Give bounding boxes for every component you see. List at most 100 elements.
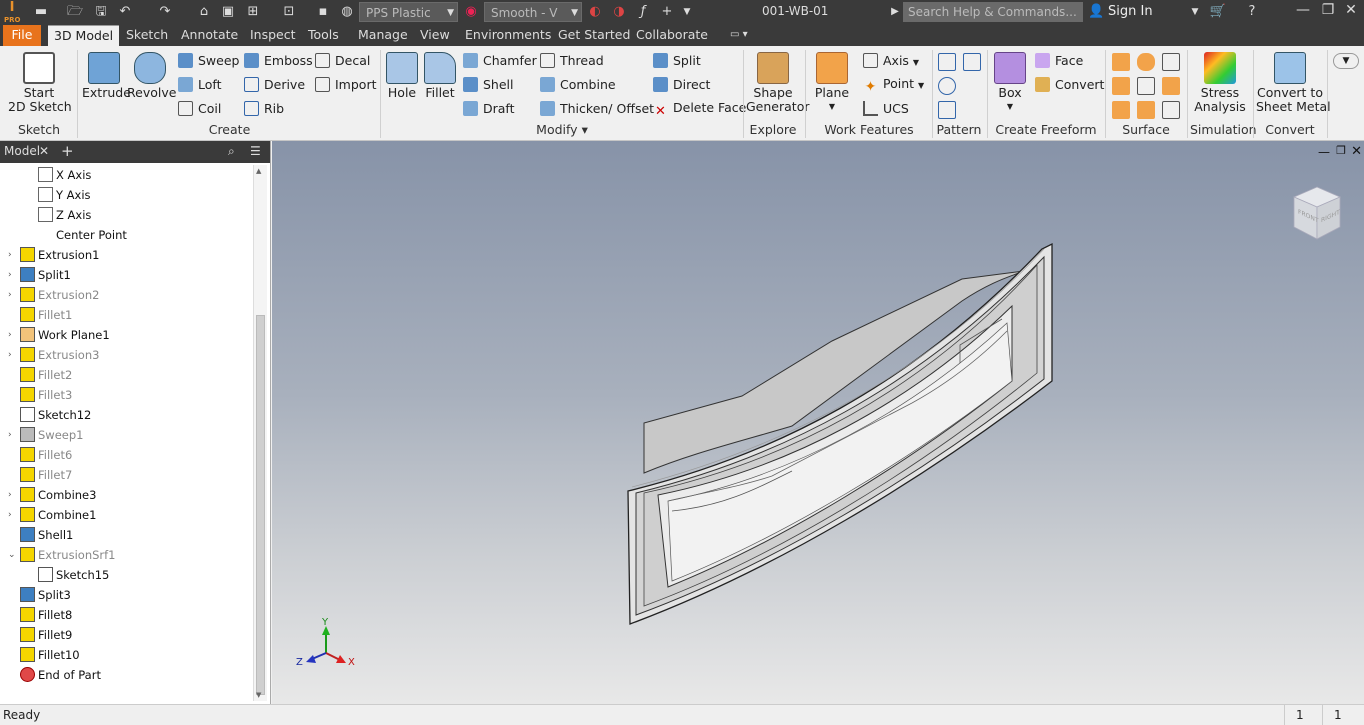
panel-options-icon[interactable]: ▭ ▾ (724, 25, 754, 46)
tree-node[interactable]: › Extrusion1 (8, 245, 99, 265)
view-cube[interactable]: FRONT RIGHT (1292, 185, 1342, 241)
group-modify-label[interactable]: Modify ▾ (384, 122, 740, 137)
redo-icon[interactable]: ↷ (156, 3, 174, 21)
undo-icon[interactable]: ↶ (116, 3, 134, 21)
rib-button[interactable]: Rib (244, 101, 284, 116)
appearance-icon[interactable]: ◐ (586, 3, 604, 21)
tree-node[interactable]: Y Axis (38, 185, 91, 205)
cart-icon[interactable]: 🛒 (1209, 3, 1227, 21)
tree-node[interactable]: Fillet1 (20, 305, 72, 325)
tree-node[interactable]: › Combine3 (8, 485, 96, 505)
expand-icon[interactable]: ⌄ (8, 545, 16, 565)
tab-tools[interactable]: Tools (302, 25, 345, 46)
search-icon[interactable]: ⌕ (228, 144, 235, 159)
axis-button[interactable]: Axis ▼ (863, 53, 919, 70)
globe-icon[interactable]: ◍ (338, 3, 356, 21)
tab-view[interactable]: View (414, 25, 456, 46)
tab-get-started[interactable]: Get Started (552, 25, 636, 46)
select-icon[interactable]: ⊞ (244, 3, 262, 21)
stress-analysis-button[interactable]: Stress Analysis (1192, 52, 1248, 114)
tree-node[interactable]: › Split1 (8, 265, 71, 285)
tree-node[interactable]: › Work Plane1 (8, 325, 110, 345)
tree-node[interactable]: › Combine1 (8, 505, 96, 525)
expand-icon[interactable]: › (8, 345, 12, 365)
tree-node[interactable]: Shell1 (20, 525, 73, 545)
scrollbar-thumb[interactable] (256, 315, 265, 695)
minimize-icon[interactable]: — (1293, 2, 1313, 18)
open-icon[interactable]: 🗁 (66, 3, 84, 21)
parameters-icon[interactable]: ƒ (634, 3, 652, 21)
chamfer-button[interactable]: Chamfer (463, 53, 537, 68)
help-search-input[interactable]: Search Help & Commands... (903, 2, 1083, 22)
expand-icon[interactable]: › (8, 425, 12, 445)
menu-icon[interactable]: ☰ (250, 144, 261, 158)
new-icon[interactable]: ▬ (32, 3, 50, 21)
extend-icon[interactable] (1162, 77, 1180, 95)
scroll-up-icon[interactable]: ▲ (256, 167, 261, 175)
draft-button[interactable]: Draft (463, 101, 515, 116)
tab-model[interactable]: Model (4, 144, 40, 158)
stitch-icon[interactable] (1137, 53, 1155, 71)
tab-sketch[interactable]: Sketch (120, 25, 174, 46)
fillet-button[interactable]: Fillet (422, 52, 458, 100)
expand-icon[interactable]: › (8, 245, 12, 265)
tree-node[interactable]: › Extrusion3 (8, 345, 99, 365)
import-button[interactable]: Import (315, 77, 377, 92)
tree-node[interactable]: Sketch15 (38, 565, 109, 585)
hole-button[interactable]: Hole (384, 52, 420, 100)
tree-node[interactable]: Z Axis (38, 205, 91, 225)
emboss-button[interactable]: Emboss (244, 53, 313, 68)
delete-face-button[interactable]: ✕ Delete Face (653, 101, 746, 120)
home-icon[interactable]: ⌂ (195, 3, 213, 21)
derive-button[interactable]: Derive (244, 77, 305, 92)
tree-node[interactable]: End of Part (20, 665, 101, 685)
decal-button[interactable]: Decal (315, 53, 370, 68)
tree-node[interactable]: Sketch12 (20, 405, 91, 425)
expand-icon[interactable]: › (8, 285, 12, 305)
tree-node[interactable]: Fillet7 (20, 465, 72, 485)
clear-appearance-icon[interactable]: ◑ (610, 3, 628, 21)
tree-node[interactable]: Fillet8 (20, 605, 72, 625)
convert-freeform-button[interactable]: Convert (1035, 77, 1104, 92)
appearance-dropdown[interactable]: Smooth - V ▼ (484, 2, 582, 22)
tab-annotate[interactable]: Annotate (175, 25, 244, 46)
tree-node[interactable]: › Extrusion2 (8, 285, 99, 305)
graphics-window[interactable]: — ❐ ✕ FRONT RIGHT Y X Z (272, 141, 1364, 704)
tree-node[interactable]: Fillet6 (20, 445, 72, 465)
start-2d-sketch-button[interactable]: Start 2D Sketch (8, 52, 72, 114)
rectangular-pattern-icon[interactable] (938, 53, 956, 71)
scroll-down-icon[interactable]: ▼ (256, 691, 261, 699)
close-icon[interactable]: ✕ (1341, 2, 1361, 18)
split-button[interactable]: Split (653, 53, 701, 68)
point-button[interactable]: ✦ Point ▼ (863, 77, 925, 95)
plus-icon[interactable]: + (658, 3, 676, 21)
material-dropdown[interactable]: PPS Plastic ▼ (359, 2, 458, 22)
chevron-down-icon[interactable]: ▼ (1188, 3, 1202, 21)
expand-icon[interactable]: › (8, 325, 12, 345)
box-button[interactable]: Box ▼ (992, 52, 1028, 114)
plane-button[interactable]: Plane ▼ (812, 52, 852, 114)
shape-generator-button[interactable]: Shape Generator (746, 52, 809, 114)
trim-icon[interactable] (1137, 77, 1155, 95)
tree-node[interactable]: X Axis (38, 165, 91, 185)
boundary-patch-icon[interactable] (1112, 101, 1130, 119)
add-tab-icon[interactable]: + (61, 142, 74, 160)
tree-node[interactable]: Split3 (20, 585, 71, 605)
arrow-right-icon[interactable]: ▶ (890, 3, 900, 21)
tab-environments[interactable]: Environments (459, 25, 557, 46)
app-logo[interactable]: I PRO (4, 1, 20, 24)
combine-button[interactable]: Combine (540, 77, 616, 92)
thicken-surface-icon[interactable] (1112, 53, 1130, 71)
tree-node[interactable]: ⌄ ExtrusionSrf1 (8, 545, 116, 565)
circular-pattern-icon[interactable] (938, 77, 956, 95)
extrude-button[interactable]: Extrude (82, 52, 131, 100)
tab-inspect[interactable]: Inspect (244, 25, 302, 46)
tab-file[interactable]: File (3, 25, 41, 46)
ribbon-options-icon[interactable]: ▼ (1333, 53, 1359, 69)
color-wheel-icon[interactable]: ◉ (462, 3, 480, 21)
thicken-offset-button[interactable]: Thicken/ Offset (540, 101, 654, 116)
close-icon[interactable]: ✕ (39, 144, 49, 158)
thread-button[interactable]: Thread (540, 53, 604, 68)
tree-node[interactable]: › Sweep1 (8, 425, 83, 445)
ucs-button[interactable]: UCS (863, 101, 909, 116)
